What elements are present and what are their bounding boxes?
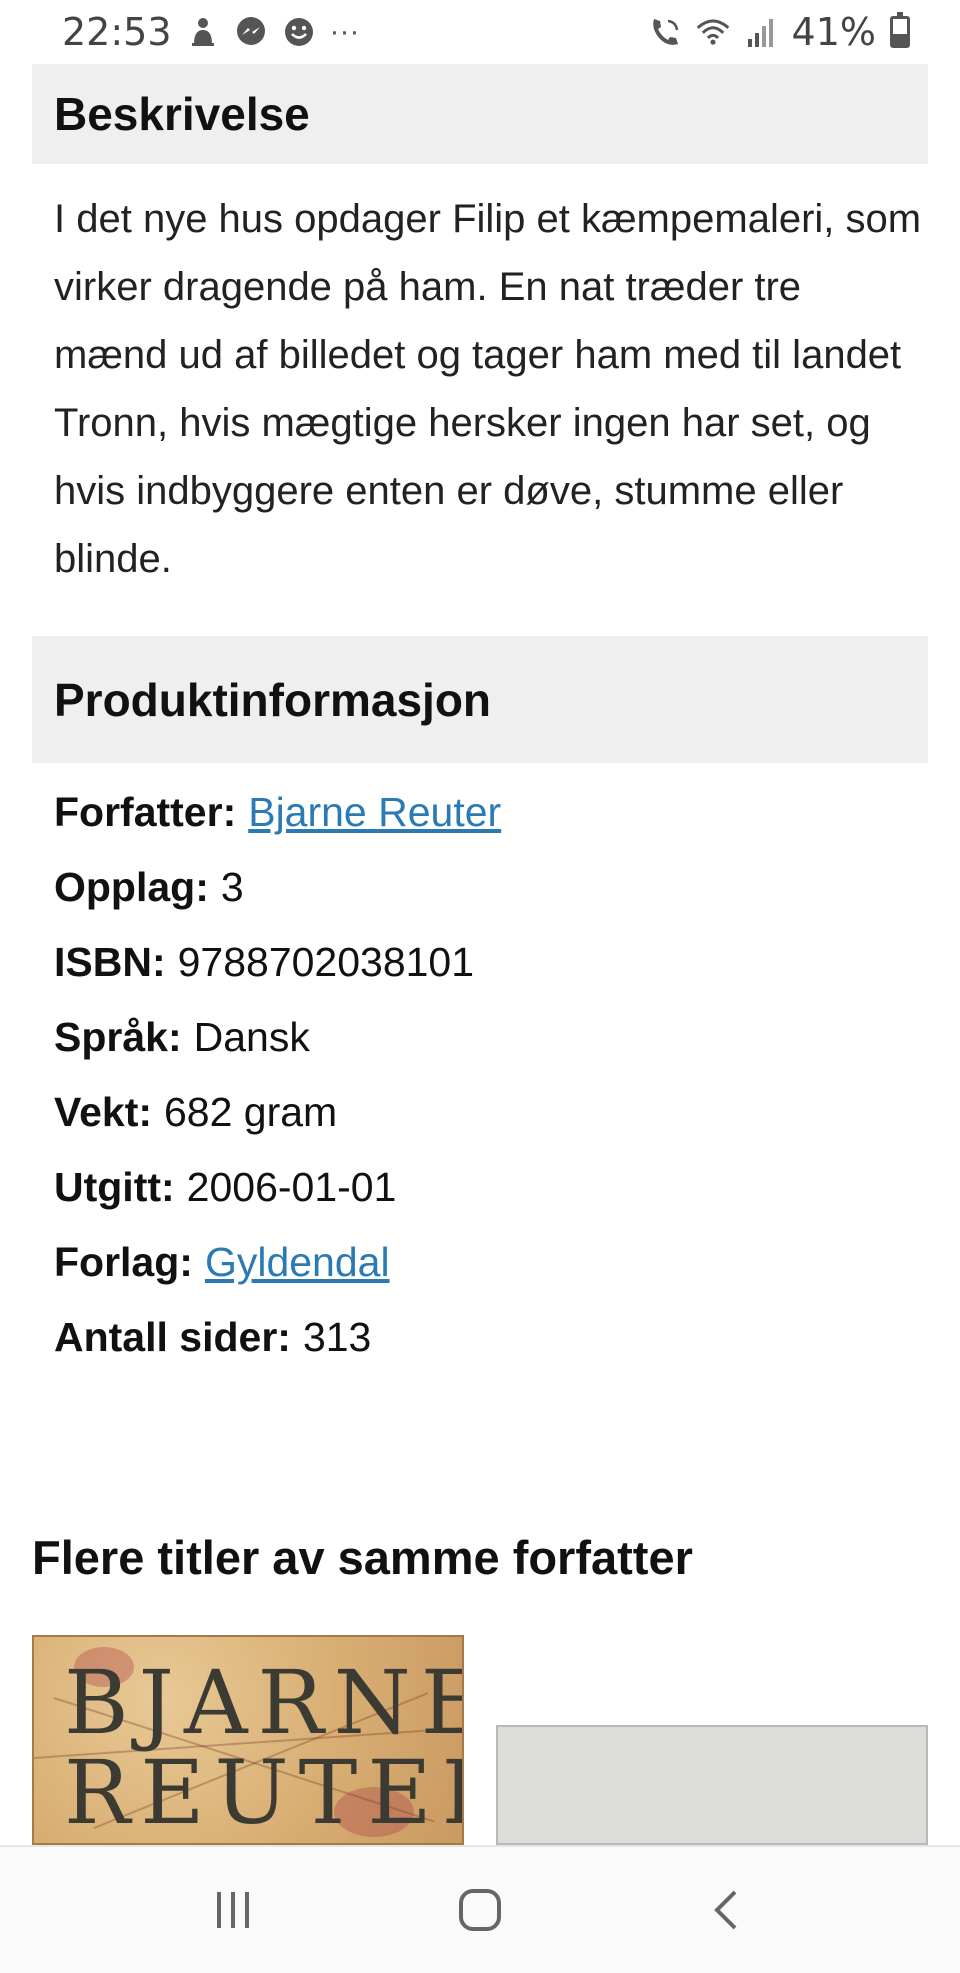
- info-label: Utgitt:: [54, 1164, 175, 1210]
- author-link[interactable]: Bjarne Reuter: [248, 789, 501, 836]
- status-left: 22:53 ···: [62, 10, 360, 54]
- info-value: 682 gram: [164, 1089, 338, 1135]
- info-label: Opplag:: [54, 864, 209, 910]
- info-value: 2006-01-01: [186, 1164, 397, 1210]
- info-row-language: Språk: Dansk: [54, 1000, 924, 1075]
- info-label: Forlag:: [54, 1239, 193, 1285]
- info-value: 3: [220, 864, 244, 910]
- info-label: ISBN:: [54, 939, 166, 985]
- more-titles-heading: Flere titler av samme forfatter: [32, 1531, 693, 1584]
- info-value: Dansk: [193, 1014, 310, 1060]
- back-icon: [713, 1890, 737, 1930]
- info-row-weight: Vekt: 682 gram: [54, 1075, 924, 1150]
- info-label: Antall sider:: [54, 1314, 291, 1360]
- info-row-author: Forfatter: Bjarne Reuter: [54, 775, 924, 850]
- info-value: 9788702038101: [177, 939, 475, 985]
- description-text: I det nye hus opdager Filip et kæmpemale…: [54, 197, 922, 581]
- product-info-list: Forfatter: Bjarne Reuter Opplag: 3 ISBN:…: [54, 775, 924, 1375]
- battery-icon: [890, 12, 910, 48]
- smile-icon: [282, 15, 316, 49]
- status-right: 41%: [648, 10, 910, 54]
- product-info-header: Produktinformasjon: [32, 636, 928, 763]
- info-label: Vekt:: [54, 1089, 152, 1135]
- messenger-icon: [234, 15, 268, 49]
- info-value: 313: [302, 1314, 372, 1360]
- recent-apps-button[interactable]: [193, 1870, 273, 1950]
- cover-author-first: BJARNE: [64, 1651, 464, 1754]
- info-row-isbn: ISBN: 9788702038101: [54, 925, 924, 1000]
- publisher-link[interactable]: Gyldendal: [205, 1239, 390, 1286]
- status-more: ···: [329, 15, 360, 48]
- system-nav-bar: [0, 1845, 960, 1973]
- cover-title-fragment: B: [64, 1833, 112, 1843]
- description-header: Beskrivelse: [32, 64, 928, 164]
- notification-icon: [186, 15, 220, 49]
- recent-apps-icon: [217, 1892, 250, 1928]
- info-row-pages: Antall sider: 313: [54, 1300, 924, 1375]
- info-row-edition: Opplag: 3: [54, 850, 924, 925]
- signal-icon: [744, 15, 778, 49]
- home-button[interactable]: [440, 1870, 520, 1950]
- home-icon: [458, 1889, 501, 1931]
- info-label: Språk:: [54, 1014, 182, 1060]
- status-time: 22:53: [62, 10, 172, 54]
- battery-percent: 41%: [791, 10, 876, 54]
- book-cover-2-placeholder[interactable]: [496, 1725, 928, 1845]
- battery-fill: [893, 34, 907, 45]
- wifi-call-icon: [648, 15, 682, 49]
- info-row-publisher: Forlag: Gyldendal: [54, 1225, 924, 1300]
- cover-author-last: REUTER: [64, 1741, 462, 1844]
- wifi-icon: [696, 15, 730, 49]
- book-cover-1[interactable]: BJARNE REUTER B: [32, 1635, 464, 1845]
- back-button[interactable]: [687, 1870, 767, 1950]
- info-label: Forfatter:: [54, 789, 237, 835]
- info-row-published: Utgitt: 2006-01-01: [54, 1150, 924, 1225]
- status-bar: 22:53 ··· 41%: [0, 0, 960, 64]
